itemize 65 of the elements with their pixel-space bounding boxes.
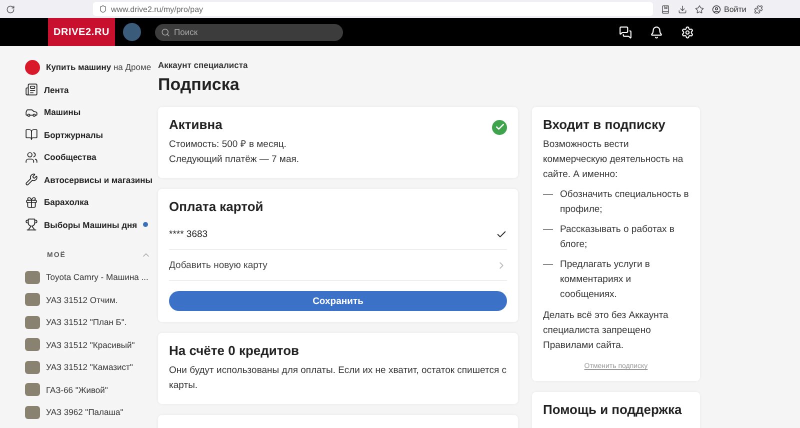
notifications-icon[interactable] xyxy=(650,26,663,38)
sidebar-item[interactable]: Бортжурналы xyxy=(25,124,155,146)
car-photo-placeholder xyxy=(25,270,40,284)
extensions-icon[interactable] xyxy=(754,4,764,14)
status-text: Стоимость: 500 ₽ в месяц. xyxy=(169,138,288,152)
download-icon[interactable] xyxy=(678,4,687,14)
messages-icon[interactable] xyxy=(619,26,632,38)
url-text: www.drive2.ru/my/pro/pay xyxy=(111,4,204,14)
car-link[interactable]: УАЗ 31512 "План Б". xyxy=(25,311,155,334)
nav-icon xyxy=(25,83,38,96)
car-photo-placeholder xyxy=(25,383,40,396)
car-link[interactable]: ГАЗ-66 "Живой" xyxy=(25,378,155,401)
nav-icon xyxy=(25,218,38,232)
save-button[interactable]: Сохранить xyxy=(169,291,507,311)
card-title: Входит в подписку xyxy=(543,117,666,132)
login-button[interactable]: Войти xyxy=(712,4,746,14)
check-icon xyxy=(496,228,507,240)
search-icon xyxy=(161,28,170,36)
sidebar-item[interactable]: Машины xyxy=(25,101,155,124)
car-link[interactable]: УАЗ 31512 "Камазист" xyxy=(25,356,155,378)
car-link[interactable]: УАЗ 31512 "Красивый" xyxy=(25,334,155,356)
card-title: Активна xyxy=(169,117,222,132)
car-photo-placeholder xyxy=(25,293,40,306)
nav-icon xyxy=(25,150,38,164)
drom-logo-icon xyxy=(25,60,40,75)
nav-icon xyxy=(25,173,38,186)
add-card-link[interactable]: Добавить новую карту xyxy=(169,250,507,281)
sidebar-item[interactable]: Сообщества xyxy=(25,146,155,168)
card-title: Помощь и поддержка xyxy=(543,402,683,417)
car-photo-placeholder xyxy=(25,360,40,374)
sidebar-item[interactable]: Автосервисы и магазины xyxy=(25,168,155,191)
car-link[interactable]: Toyota Camry - Машина ... xyxy=(25,266,155,288)
car-photo-placeholder xyxy=(25,338,40,352)
feature-item: Рассказывать о работах в блоге; xyxy=(543,222,689,252)
feature-item: Предлагать услуги в комментариях и сообщениях. xyxy=(543,257,689,302)
reload-icon[interactable] xyxy=(6,4,15,14)
nav-icon xyxy=(25,128,38,142)
card-option[interactable]: **** 3683 xyxy=(169,219,507,250)
sidebar-item[interactable]: Выборы Машины дня xyxy=(25,214,155,236)
car-photo-placeholder xyxy=(25,406,40,419)
car-link[interactable]: УАЗ 3962 "Палаша" xyxy=(25,401,155,424)
car-photo-placeholder xyxy=(25,316,40,329)
reader-icon[interactable] xyxy=(661,4,670,14)
bookmark-star-icon[interactable] xyxy=(695,4,704,14)
page-kicker: Аккаунт специалиста xyxy=(158,60,249,70)
page-title: Подписка xyxy=(158,75,240,95)
settings-icon[interactable] xyxy=(681,26,694,38)
card-title: На счёте 0 кредитов xyxy=(169,343,300,358)
credits-text: Они будут использованы для оплаты. Если их не хватит, остаток спишется с карты. xyxy=(169,364,507,393)
feature-item: Обозначить специальность в профиле; xyxy=(543,187,689,217)
user-icon xyxy=(712,4,721,14)
sidebar-item[interactable]: Лента xyxy=(25,78,155,101)
user-avatar[interactable] xyxy=(123,23,141,41)
address-bar[interactable]: www.drive2.ru/my/pro/pay xyxy=(93,2,653,16)
sidebar-item[interactable]: Купить машину на Дроме xyxy=(25,56,155,78)
car-link[interactable]: УАЗ 31512 Отчим. xyxy=(25,288,155,311)
intro-text: Возможность вести коммерческую деятельность на сайте. А именно: xyxy=(543,138,684,182)
sidebar-item[interactable]: Барахолка xyxy=(25,191,155,214)
shield-icon xyxy=(99,5,107,13)
status-text: Следующий платёж — 7 мая. xyxy=(169,153,300,167)
search-field[interactable]: Поиск xyxy=(155,24,343,40)
site-logo[interactable]: DRIVE2.RU xyxy=(48,18,115,46)
nav-icon xyxy=(25,196,38,209)
card-title: Оплата картой xyxy=(169,199,264,214)
rules-note: Делать всё это без Аккаунта специалиста запрещено Правилами сайта. xyxy=(543,309,670,353)
